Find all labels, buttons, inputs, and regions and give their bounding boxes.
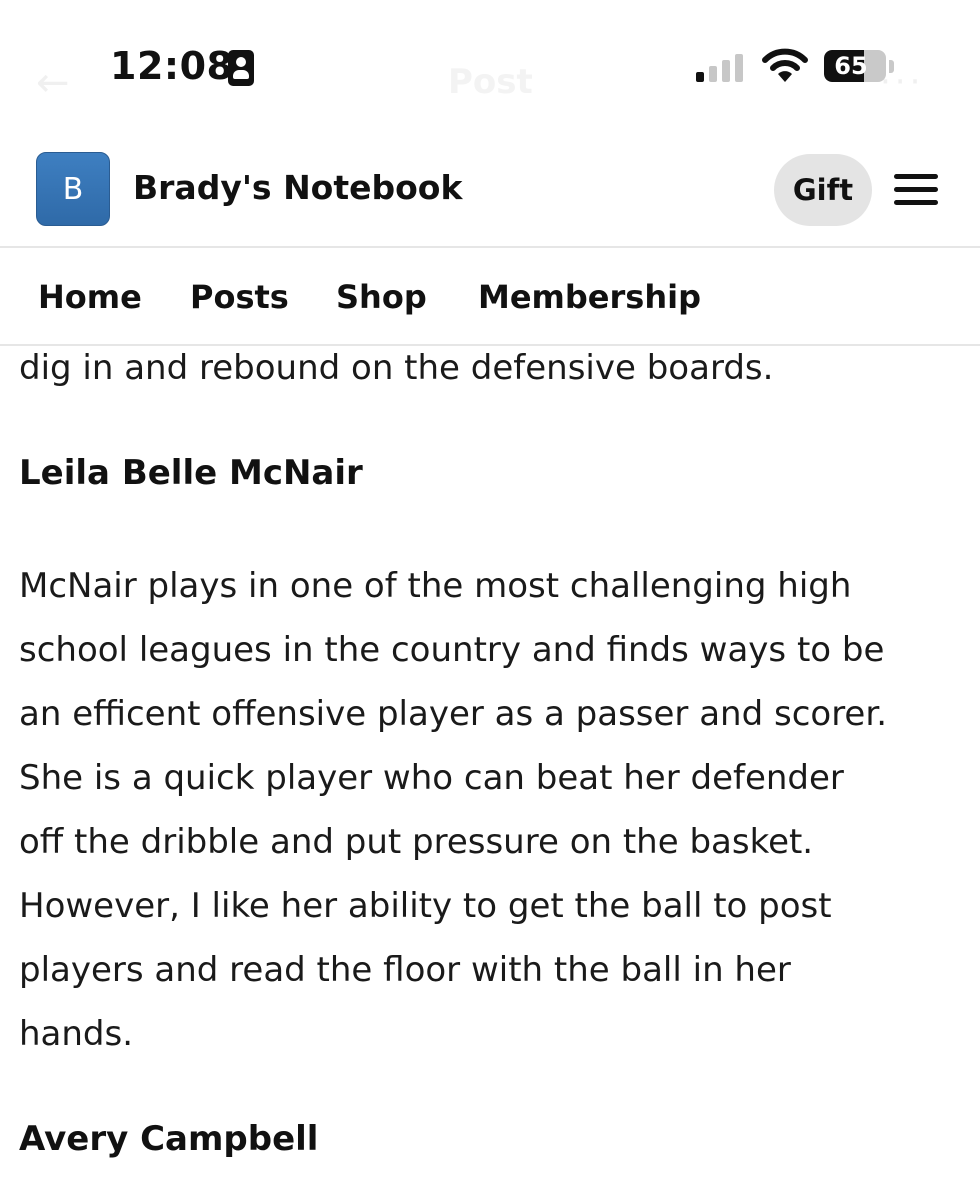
- battery-icon: 65: [824, 50, 886, 82]
- paragraph-line: However, I like her ability to get the b…: [19, 886, 832, 926]
- hamburger-menu-icon[interactable]: [894, 174, 938, 206]
- paragraph-line: players and read the floor with the ball…: [19, 950, 791, 990]
- back-arrow-icon[interactable]: ←: [36, 60, 70, 106]
- paragraph-line: hands.: [19, 1014, 134, 1054]
- battery-cap: [889, 60, 894, 73]
- status-time: 12:08: [110, 44, 234, 88]
- section-heading: Avery Campbell: [19, 1119, 319, 1159]
- nav-item-shop[interactable]: Shop: [336, 278, 427, 316]
- article-paragraph-partial: dig in and rebound on the defensive boar…: [19, 348, 774, 388]
- status-bar: ← Post ··· 12:08 65: [0, 0, 980, 130]
- gift-button[interactable]: Gift: [774, 154, 872, 226]
- publication-nav: Home Posts Shop Membership: [0, 250, 980, 346]
- post-title-ghost: Post: [448, 62, 533, 102]
- publication-avatar[interactable]: B: [36, 152, 110, 226]
- wifi-icon: [762, 48, 808, 82]
- nav-item-membership[interactable]: Membership: [478, 278, 701, 316]
- cellular-signal-icon: [696, 52, 746, 82]
- nav-item-home[interactable]: Home: [38, 278, 142, 316]
- nav-item-posts[interactable]: Posts: [190, 278, 289, 316]
- paragraph-line: McNair plays in one of the most challeng…: [19, 566, 852, 606]
- battery-level-text: 65: [834, 52, 868, 80]
- paragraph-line: off the dribble and put pressure on the …: [19, 822, 814, 862]
- id-card-icon: [228, 50, 254, 86]
- article-paragraph: McNair plays in one of the most challeng…: [19, 554, 887, 1066]
- publication-header: B Brady's Notebook Gift: [0, 130, 980, 248]
- more-options-icon[interactable]: ···: [880, 62, 924, 102]
- section-heading: Leila Belle McNair: [19, 453, 363, 493]
- paragraph-line: She is a quick player who can beat her d…: [19, 758, 844, 798]
- paragraph-line: school leagues in the country and finds …: [19, 630, 885, 670]
- publication-name[interactable]: Brady's Notebook: [133, 168, 462, 207]
- paragraph-line: an efficent offensive player as a passer…: [19, 694, 888, 734]
